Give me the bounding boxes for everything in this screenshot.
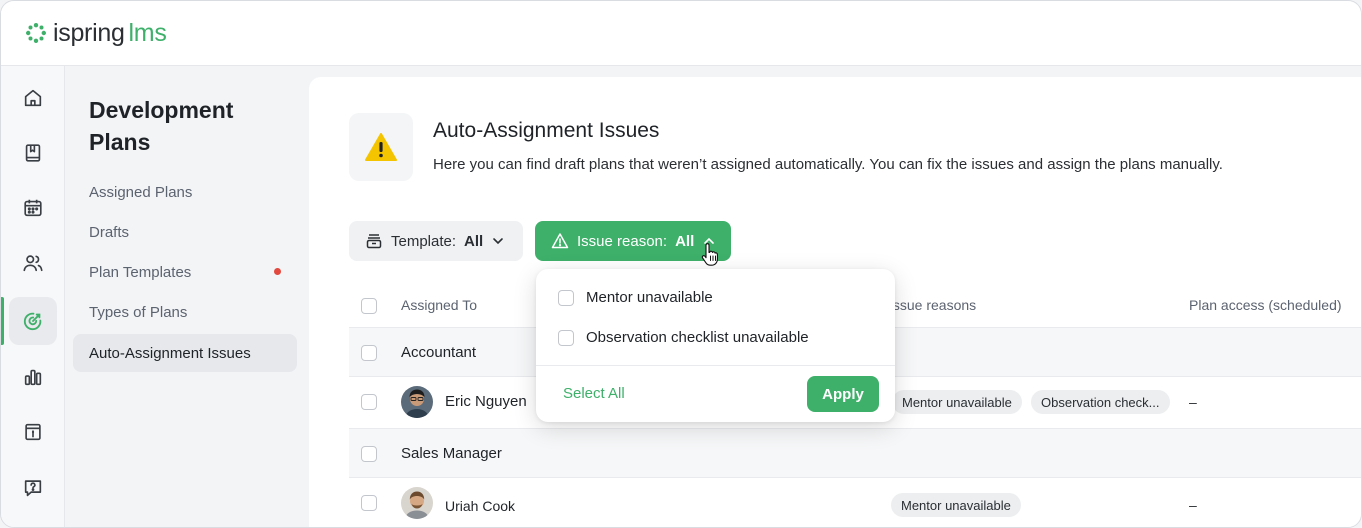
- row-checkbox[interactable]: [361, 446, 377, 462]
- column-header-issue-reasons[interactable]: Issue reasons: [889, 297, 976, 313]
- group-row-sales-manager[interactable]: Sales Manager: [349, 428, 1361, 478]
- nav-label: Drafts: [89, 223, 130, 241]
- app-window: ispring lms Development Plans Assigned P…: [0, 0, 1362, 528]
- issue-tag: Mentor unavailable: [892, 390, 1022, 414]
- rail-info[interactable]: [9, 408, 57, 456]
- nav-auto-assignment-issues[interactable]: Auto-Assignment Issues: [73, 334, 297, 372]
- rail-users[interactable]: [9, 239, 57, 287]
- top-bar: ispring lms: [1, 1, 1361, 66]
- template-filter-value: All: [464, 232, 484, 250]
- hand-cursor-icon: [701, 243, 718, 266]
- template-filter[interactable]: Template: All: [349, 221, 523, 261]
- plan-access-value: –: [1189, 497, 1197, 513]
- apply-button[interactable]: Apply: [807, 376, 879, 412]
- logo-mark-icon: [26, 23, 46, 43]
- users-icon: [23, 255, 43, 272]
- group-label: Sales Manager: [401, 445, 502, 462]
- plan-access-value: –: [1189, 394, 1197, 410]
- column-header-plan-access[interactable]: Plan access (scheduled): [1189, 297, 1342, 313]
- template-icon: [366, 234, 382, 249]
- avatar: [401, 386, 433, 418]
- logo-accent-text: lms: [128, 18, 167, 47]
- row-checkbox[interactable]: [361, 495, 377, 511]
- calendar-icon: [24, 199, 42, 217]
- select-all-link[interactable]: Select All: [563, 385, 625, 402]
- option-mentor-unavailable[interactable]: Mentor unavailable: [558, 289, 713, 306]
- nav-label: Plan Templates: [89, 263, 192, 281]
- book-icon: [25, 144, 41, 162]
- warning-badge: [349, 113, 413, 181]
- warning-outline-icon: [551, 233, 569, 249]
- bar-chart-icon: [24, 369, 42, 386]
- nav-label: Auto-Assignment Issues: [89, 344, 251, 362]
- info-box-icon: [25, 423, 41, 441]
- avatar: [401, 487, 433, 519]
- rail-calendar[interactable]: [9, 184, 57, 232]
- page-title: Auto-Assignment Issues: [433, 119, 660, 142]
- rail-development[interactable]: [1, 297, 57, 345]
- issue-tag: Observation check...: [1031, 390, 1170, 414]
- logo[interactable]: ispring lms: [25, 19, 167, 48]
- option-checkbox[interactable]: [558, 289, 574, 306]
- option-label: Mentor unavailable: [586, 289, 713, 306]
- help-chat-icon: [24, 480, 42, 497]
- issue-filter-value: All: [675, 232, 695, 250]
- option-observation-checklist-unavailable[interactable]: Observation checklist unavailable: [558, 329, 809, 346]
- issue-filter-label: Issue reason:: [577, 232, 668, 250]
- target-icon: [23, 312, 42, 331]
- section-nav: Development Plans Assigned Plans Drafts …: [65, 66, 309, 527]
- page-description: Here you can find draft plans that weren…: [433, 156, 1223, 173]
- nav-label: Assigned Plans: [89, 183, 193, 201]
- column-header-assigned-to[interactable]: Assigned To: [401, 297, 477, 313]
- person-name[interactable]: Uriah Cook: [445, 498, 515, 514]
- row-checkbox[interactable]: [361, 345, 377, 361]
- nav-label: Types of Plans: [89, 303, 188, 321]
- group-label: Accountant: [401, 344, 477, 361]
- issue-tag: Mentor unavailable: [891, 493, 1021, 517]
- chevron-down-icon: [493, 238, 504, 245]
- dropdown-divider: [536, 365, 895, 366]
- nav-assigned-plans[interactable]: Assigned Plans: [73, 173, 297, 211]
- notification-dot: [274, 268, 281, 275]
- rail-courses[interactable]: [9, 129, 57, 177]
- nav-drafts[interactable]: Drafts: [73, 213, 297, 251]
- rail-home[interactable]: [9, 74, 57, 122]
- logo-text: ispring lms: [53, 19, 167, 48]
- nav-types-of-plans[interactable]: Types of Plans: [73, 293, 297, 331]
- home-icon: [24, 89, 42, 107]
- warning-icon: [365, 133, 397, 161]
- row-checkbox[interactable]: [361, 394, 377, 410]
- logo-main-text: ispring: [53, 18, 125, 47]
- template-filter-label: Template:: [391, 232, 457, 250]
- issue-reason-dropdown: Mentor unavailable Observation checklist…: [536, 269, 895, 422]
- table-row-uriah-cook[interactable]: Uriah Cook Mentor unavailable –: [349, 478, 1361, 527]
- option-label: Observation checklist unavailable: [586, 329, 809, 346]
- section-title: Development Plans: [89, 97, 234, 155]
- rail-help[interactable]: [9, 464, 57, 512]
- nav-plan-templates[interactable]: Plan Templates: [73, 253, 297, 291]
- rail-reports[interactable]: [9, 353, 57, 401]
- option-checkbox[interactable]: [558, 329, 574, 346]
- select-all-rows-checkbox[interactable]: [361, 298, 377, 314]
- person-name[interactable]: Eric Nguyen: [445, 393, 527, 410]
- icon-rail: [1, 66, 65, 527]
